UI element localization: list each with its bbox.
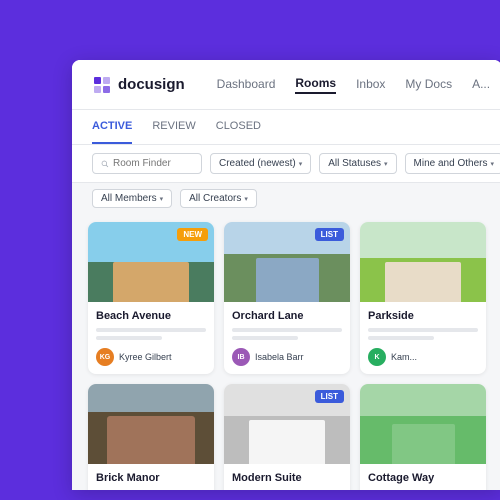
sub-filters: All Members ▾ All Creators ▾: [72, 183, 500, 214]
card-modern-suite[interactable]: LIST Modern Suite: [224, 384, 350, 490]
sort-filter[interactable]: Created (newest) ▾: [210, 153, 311, 174]
card-brick-manor[interactable]: Brick Manor: [88, 384, 214, 490]
card-title-modern: Modern Suite: [232, 472, 342, 484]
sort-filter-label: Created (newest): [219, 158, 296, 169]
creators-filter[interactable]: All Creators ▾: [180, 189, 257, 208]
members-chevron-icon: ▾: [160, 195, 164, 203]
card-image-parkside: [360, 222, 486, 302]
username-beach: Kyree Gilbert: [119, 352, 172, 362]
search-box[interactable]: [92, 153, 202, 174]
card-title-orchard: Orchard Lane: [232, 310, 342, 322]
search-icon: [101, 159, 109, 169]
card-image-brick: [88, 384, 214, 464]
sort-chevron-icon: ▾: [299, 160, 303, 168]
search-input[interactable]: [113, 158, 193, 169]
card-line-1: [232, 328, 342, 332]
badge-new-beach: NEW: [177, 228, 208, 241]
creators-filter-label: All Creators: [189, 193, 241, 204]
avatar-parkside: K: [368, 348, 386, 366]
card-cottage-way[interactable]: Cottage Way: [360, 384, 486, 490]
badge-list-modern: LIST: [315, 390, 344, 403]
card-beach-avenue[interactable]: NEW Beach Avenue KG Kyree Gilbert: [88, 222, 214, 374]
card-body-parkside: Parkside K Kam...: [360, 302, 486, 374]
card-body-beach: Beach Avenue KG Kyree Gilbert: [88, 302, 214, 374]
view-chevron-icon: ▾: [490, 160, 494, 168]
nav-item-inbox[interactable]: Inbox: [356, 77, 385, 93]
card-line-1: [96, 328, 206, 332]
avatar-orchard: IB: [232, 348, 250, 366]
card-user-beach: KG Kyree Gilbert: [96, 348, 206, 366]
card-title-beach: Beach Avenue: [96, 310, 206, 322]
status-filter-label: All Statuses: [328, 158, 381, 169]
card-body-orchard: Orchard Lane IB Isabela Barr: [224, 302, 350, 374]
card-orchard-lane[interactable]: LIST Orchard Lane IB Isabela Barr: [224, 222, 350, 374]
nav-item-more[interactable]: A...: [472, 77, 490, 93]
tabs-bar: ACTIVE REVIEW CLOSED: [72, 110, 500, 145]
nav-item-rooms[interactable]: Rooms: [295, 76, 336, 94]
username-orchard: Isabela Barr: [255, 352, 304, 362]
username-parkside: Kam...: [391, 352, 417, 362]
filters-row: Created (newest) ▾ All Statuses ▾ Mine a…: [72, 145, 500, 183]
nav-item-mydocs[interactable]: My Docs: [405, 77, 452, 93]
cards-grid: NEW Beach Avenue KG Kyree Gilbert LIST O: [72, 214, 500, 490]
card-title-brick: Brick Manor: [96, 472, 206, 484]
card-title-parkside: Parkside: [368, 310, 478, 322]
view-filter[interactable]: Mine and Others ▾: [405, 153, 500, 174]
card-line-2: [96, 336, 162, 340]
members-filter[interactable]: All Members ▾: [92, 189, 172, 208]
card-user-parkside: K Kam...: [368, 348, 478, 366]
card-image-orchard: LIST: [224, 222, 350, 302]
card-image-modern: LIST: [224, 384, 350, 464]
card-line-1: [368, 328, 478, 332]
card-body-brick: Brick Manor: [88, 464, 214, 490]
members-filter-label: All Members: [101, 193, 157, 204]
creators-chevron-icon: ▾: [244, 195, 248, 203]
view-filter-label: Mine and Others: [414, 158, 488, 169]
tab-active[interactable]: ACTIVE: [92, 110, 132, 144]
app-container: docusign Dashboard Rooms Inbox My Docs A…: [72, 60, 500, 490]
header: docusign Dashboard Rooms Inbox My Docs A…: [72, 60, 500, 110]
status-filter[interactable]: All Statuses ▾: [319, 153, 396, 174]
card-image-cottage: [360, 384, 486, 464]
card-body-cottage: Cottage Way: [360, 464, 486, 490]
status-chevron-icon: ▾: [384, 160, 388, 168]
avatar-beach: KG: [96, 348, 114, 366]
card-line-2: [368, 336, 434, 340]
docusign-logo-icon: [92, 75, 112, 95]
logo-text: docusign: [118, 76, 185, 93]
card-user-orchard: IB Isabela Barr: [232, 348, 342, 366]
badge-list-orchard: LIST: [315, 228, 344, 241]
card-body-modern: Modern Suite: [224, 464, 350, 490]
nav-item-dashboard[interactable]: Dashboard: [217, 77, 276, 93]
tab-closed[interactable]: CLOSED: [216, 110, 261, 144]
card-lines-beach: [96, 328, 206, 340]
logo: docusign: [92, 75, 185, 95]
card-line-2: [232, 336, 298, 340]
tab-review[interactable]: REVIEW: [152, 110, 195, 144]
card-title-cottage: Cottage Way: [368, 472, 478, 484]
card-lines-orchard: [232, 328, 342, 340]
card-parkside[interactable]: Parkside K Kam...: [360, 222, 486, 374]
card-image-beach: NEW: [88, 222, 214, 302]
nav-items: Dashboard Rooms Inbox My Docs A...: [217, 76, 490, 94]
card-lines-parkside: [368, 328, 478, 340]
